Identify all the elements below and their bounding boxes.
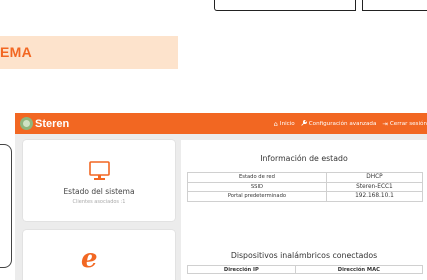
- devices-section-title: Dispositivos inalámbricos conectados: [230, 251, 378, 260]
- nav-label: Cerrar sesión: [389, 120, 427, 127]
- sidebar-card-estado-sistema[interactable]: Estado del sistema Clientes asociados :1: [23, 140, 175, 221]
- home-icon: ⌂: [273, 119, 278, 128]
- sidebar-card-browser[interactable]: e: [23, 230, 175, 280]
- row-label: Portal predeterminado: [187, 191, 327, 202]
- row-value: 192.168.10.1: [325, 191, 424, 202]
- banner-title: EMA: [0, 44, 33, 60]
- top-header: Steren ⌂ Inicio Configuración avanzada ⇥…: [15, 113, 427, 134]
- top-box-right: [362, 0, 427, 11]
- table-row: SSID Steren-ECC1: [187, 181, 424, 192]
- column-header-ip: Dirección IP: [187, 265, 296, 274]
- nav-inicio[interactable]: ⌂ Inicio: [274, 120, 295, 128]
- row-label: SSID: [187, 181, 327, 192]
- nav-configuracion-avanzada[interactable]: Configuración avanzada: [301, 119, 377, 128]
- main-panel: Información de estado Estado de red DHCP…: [181, 140, 427, 280]
- ie-browser-icon: e: [81, 244, 98, 274]
- logout-icon: ⇥: [382, 119, 388, 128]
- logo-text: Steren: [35, 117, 70, 130]
- nav-label: Inicio: [279, 120, 295, 127]
- card-subtitle: Clientes asociados :1: [72, 199, 126, 205]
- column-header-mac: Dirección MAC: [294, 265, 424, 274]
- wrench-icon: [301, 119, 307, 128]
- status-section-title: Información de estado: [260, 154, 348, 163]
- section-banner: EMA: [0, 36, 178, 69]
- card-title: Estado del sistema: [63, 187, 135, 196]
- row-value: DHCP: [325, 172, 424, 183]
- row-label: Estado de red: [187, 172, 327, 183]
- row-value: Steren-ECC1: [325, 181, 424, 192]
- table-row: Portal predeterminado 192.168.10.1: [187, 191, 424, 202]
- header-nav: ⌂ Inicio Configuración avanzada ⇥ Cerrar…: [268, 113, 427, 134]
- router-admin-window: Steren ⌂ Inicio Configuración avanzada ⇥…: [15, 113, 427, 280]
- monitor-icon: [89, 161, 110, 180]
- table-row: Estado de red DHCP: [187, 172, 424, 183]
- status-table: Estado de red DHCP SSID Steren-ECC1 Port…: [187, 172, 424, 202]
- nav-cerrar-sesion[interactable]: ⇥ Cerrar sesión: [382, 120, 427, 128]
- table-header-row: Dirección IP Dirección MAC: [187, 265, 424, 274]
- logo-mark-icon: [20, 117, 33, 130]
- annotation-bracket: [0, 144, 12, 268]
- steren-logo[interactable]: Steren: [20, 116, 69, 131]
- devices-table: Dirección IP Dirección MAC: [187, 265, 424, 274]
- nav-label: Configuración avanzada: [308, 120, 377, 127]
- top-box-left: [214, 0, 356, 11]
